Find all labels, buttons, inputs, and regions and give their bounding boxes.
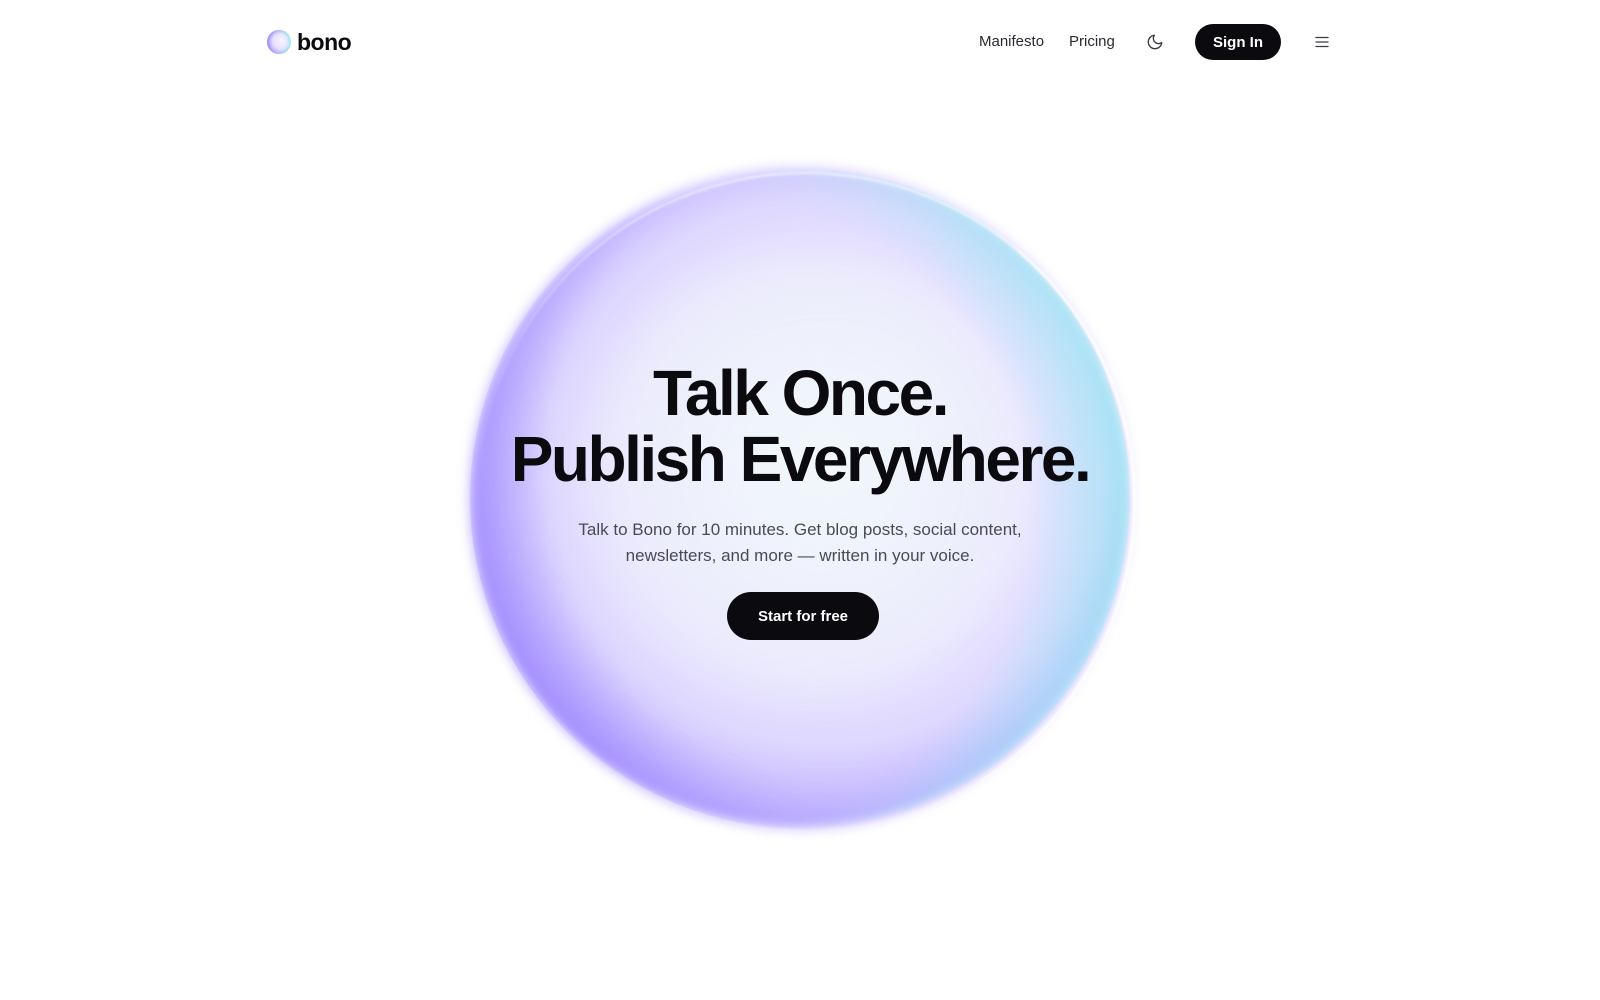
hero-title-line-2: Publish Everywhere. — [510, 423, 1092, 495]
menu-button[interactable] — [1310, 30, 1334, 54]
hero-orb — [470, 168, 1136, 832]
logo-text: bono — [297, 29, 352, 55]
hamburger-menu-icon — [1315, 36, 1329, 48]
hero-subtitle-line-1: Talk to Bono for 10 minutes. Get blog po… — [578, 520, 1022, 539]
nav-link-manifesto[interactable]: Manifesto — [979, 29, 1044, 55]
theme-toggle-button[interactable] — [1143, 30, 1167, 54]
orb-rim — [476, 172, 1136, 832]
logo-link[interactable]: bono — [267, 29, 352, 55]
hero-title-line-1: Talk Once. — [653, 357, 949, 429]
site-header: bono Manifesto Pricing Sign In — [0, 0, 1600, 84]
nav-link-pricing[interactable]: Pricing — [1069, 29, 1115, 55]
hero-subtitle: Talk to Bono for 10 minutes. Get blog po… — [520, 517, 1080, 569]
logo-orb-icon — [267, 30, 291, 54]
moon-icon — [1147, 34, 1163, 50]
hero-subtitle-line-2: newsletters, and more — written in your … — [625, 546, 975, 565]
hero-title: Talk Once. Publish Everywhere. — [400, 360, 1200, 492]
sign-in-button[interactable]: Sign In — [1195, 24, 1281, 60]
landing-page: bono Manifesto Pricing Sign In Talk Once… — [0, 0, 1600, 1000]
start-for-free-button[interactable]: Start for free — [727, 592, 879, 640]
